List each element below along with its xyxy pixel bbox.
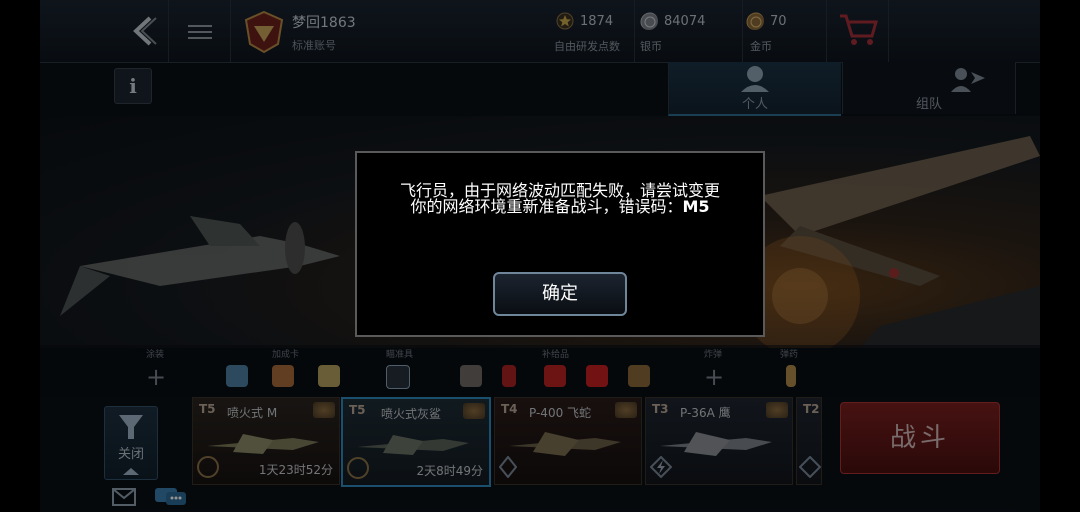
error-code: M5 [682,197,710,216]
confirm-button[interactable]: 确定 [493,272,627,316]
matchmaking-error-dialog: 飞行员，由于网络波动匹配失败，请尝试变更 你的网络环境重新准备战斗，错误码：M5… [355,151,765,337]
game-screen: 梦回1863 标准账号 1874 自由研发点数 84074 银币 70 金币 i… [0,0,1080,512]
error-message-line-2: 你的网络环境重新准备战斗，错误码： [410,197,683,216]
error-message: 飞行员，由于网络波动匹配失败，请尝试变更 你的网络环境重新准备战斗，错误码：M5 [377,183,743,215]
